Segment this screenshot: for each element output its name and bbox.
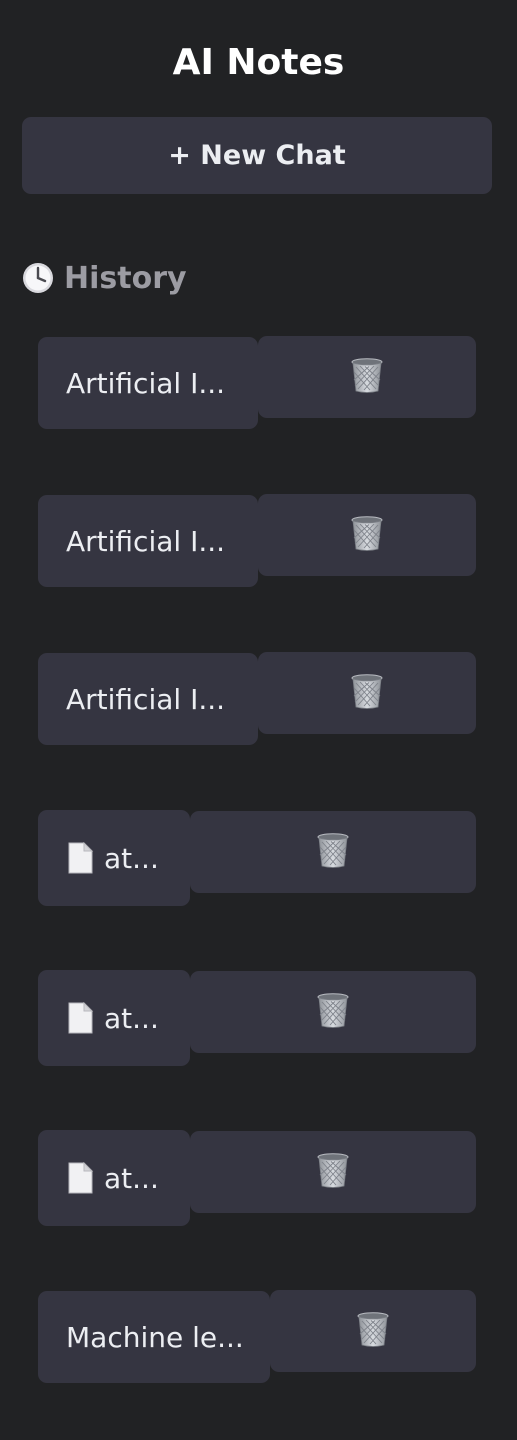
- history-heading: History: [22, 256, 187, 300]
- delete-history-item-button[interactable]: [270, 1290, 476, 1372]
- history-heading-label: History: [64, 260, 187, 296]
- history-item-label: at...: [104, 1001, 159, 1035]
- history-item-label: at...: [104, 841, 159, 875]
- trash-icon: [356, 1312, 390, 1348]
- app-title: AI Notes: [172, 42, 345, 83]
- history-item[interactable]: Machine le...: [38, 1291, 270, 1383]
- document-icon: [66, 1162, 104, 1194]
- history-item[interactable]: at...: [38, 1130, 190, 1226]
- trash-icon: [350, 674, 384, 710]
- history-item-label: Machine le...: [66, 1320, 244, 1354]
- delete-history-item-button[interactable]: [190, 971, 476, 1053]
- delete-history-item-button[interactable]: [190, 811, 476, 893]
- history-item[interactable]: at...: [38, 970, 190, 1066]
- history-item-label: Artificial I...: [66, 524, 226, 558]
- delete-history-item-button[interactable]: [190, 1131, 476, 1213]
- history-item-label: Artificial I...: [66, 366, 226, 400]
- delete-history-item-button[interactable]: [258, 494, 476, 576]
- trash-icon: [316, 1153, 350, 1189]
- trash-icon: [316, 993, 350, 1029]
- document-icon: [66, 1002, 104, 1034]
- delete-history-item-button[interactable]: [258, 652, 476, 734]
- history-item-label: at...: [104, 1161, 159, 1195]
- history-item[interactable]: Artificial I...: [38, 337, 258, 429]
- trash-icon: [350, 516, 384, 552]
- trash-icon: [350, 358, 384, 394]
- history-item[interactable]: at...: [38, 810, 190, 906]
- trash-icon: [316, 833, 350, 869]
- history-item-label: Artificial I...: [66, 682, 226, 716]
- history-item[interactable]: Artificial I...: [38, 653, 258, 745]
- document-icon: [66, 842, 104, 874]
- clock-icon: [23, 263, 53, 293]
- delete-history-item-button[interactable]: [258, 336, 476, 418]
- new-chat-button[interactable]: + New Chat: [22, 117, 492, 194]
- history-item[interactable]: Artificial I...: [38, 495, 258, 587]
